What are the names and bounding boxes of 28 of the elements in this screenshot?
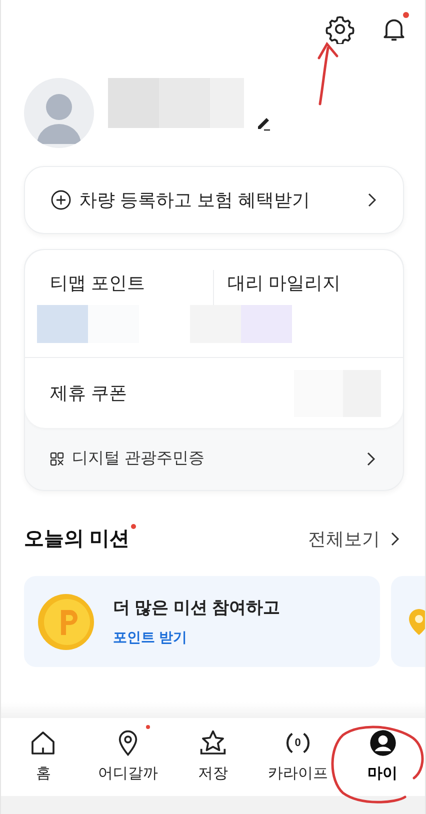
vehicle-register-button[interactable]: 차량 등록하고 보험 혜택받기 — [24, 166, 404, 234]
points-label[interactable]: 대리 마일리지 — [228, 270, 403, 297]
chevron-right-icon — [367, 192, 377, 208]
annotation-arrow — [318, 42, 338, 106]
person-icon — [368, 728, 397, 757]
view-all-link[interactable]: 전체보기 — [308, 526, 400, 552]
coin-icon — [37, 592, 95, 650]
mission-card[interactable]: 더 많은 미션 참여하고 포인트 받기 — [24, 576, 380, 667]
home-icon — [29, 728, 58, 757]
qr-code-icon — [50, 452, 64, 466]
points-link[interactable]: 포인트 받기 — [113, 626, 280, 648]
coupon-label[interactable]: 제휴 쿠폰 — [50, 380, 128, 406]
edit-icon[interactable] — [256, 115, 272, 131]
settings-icon[interactable] — [325, 14, 355, 44]
section-title: 오늘의 미션 — [24, 528, 130, 550]
digital-id-row[interactable]: 디지털 관광주민증 — [25, 428, 403, 490]
plus-circle-icon — [51, 190, 71, 210]
mission-title: 더 많은 미션 참여하고 — [113, 597, 280, 620]
tab-item[interactable]: 어디갈까 — [86, 728, 171, 786]
star-icon — [198, 728, 227, 757]
tab-item[interactable]: 마이 — [340, 728, 425, 786]
tab-item[interactable]: 홈 — [1, 728, 86, 786]
tab-item[interactable]: 0 카라이프 — [255, 728, 340, 786]
chevron-right-icon — [366, 451, 376, 467]
points-label[interactable]: 티맵 포인트 — [37, 270, 212, 297]
tab-item[interactable]: 저장 — [170, 728, 256, 786]
pin-icon — [409, 606, 425, 636]
chevron-right-icon — [390, 531, 400, 547]
